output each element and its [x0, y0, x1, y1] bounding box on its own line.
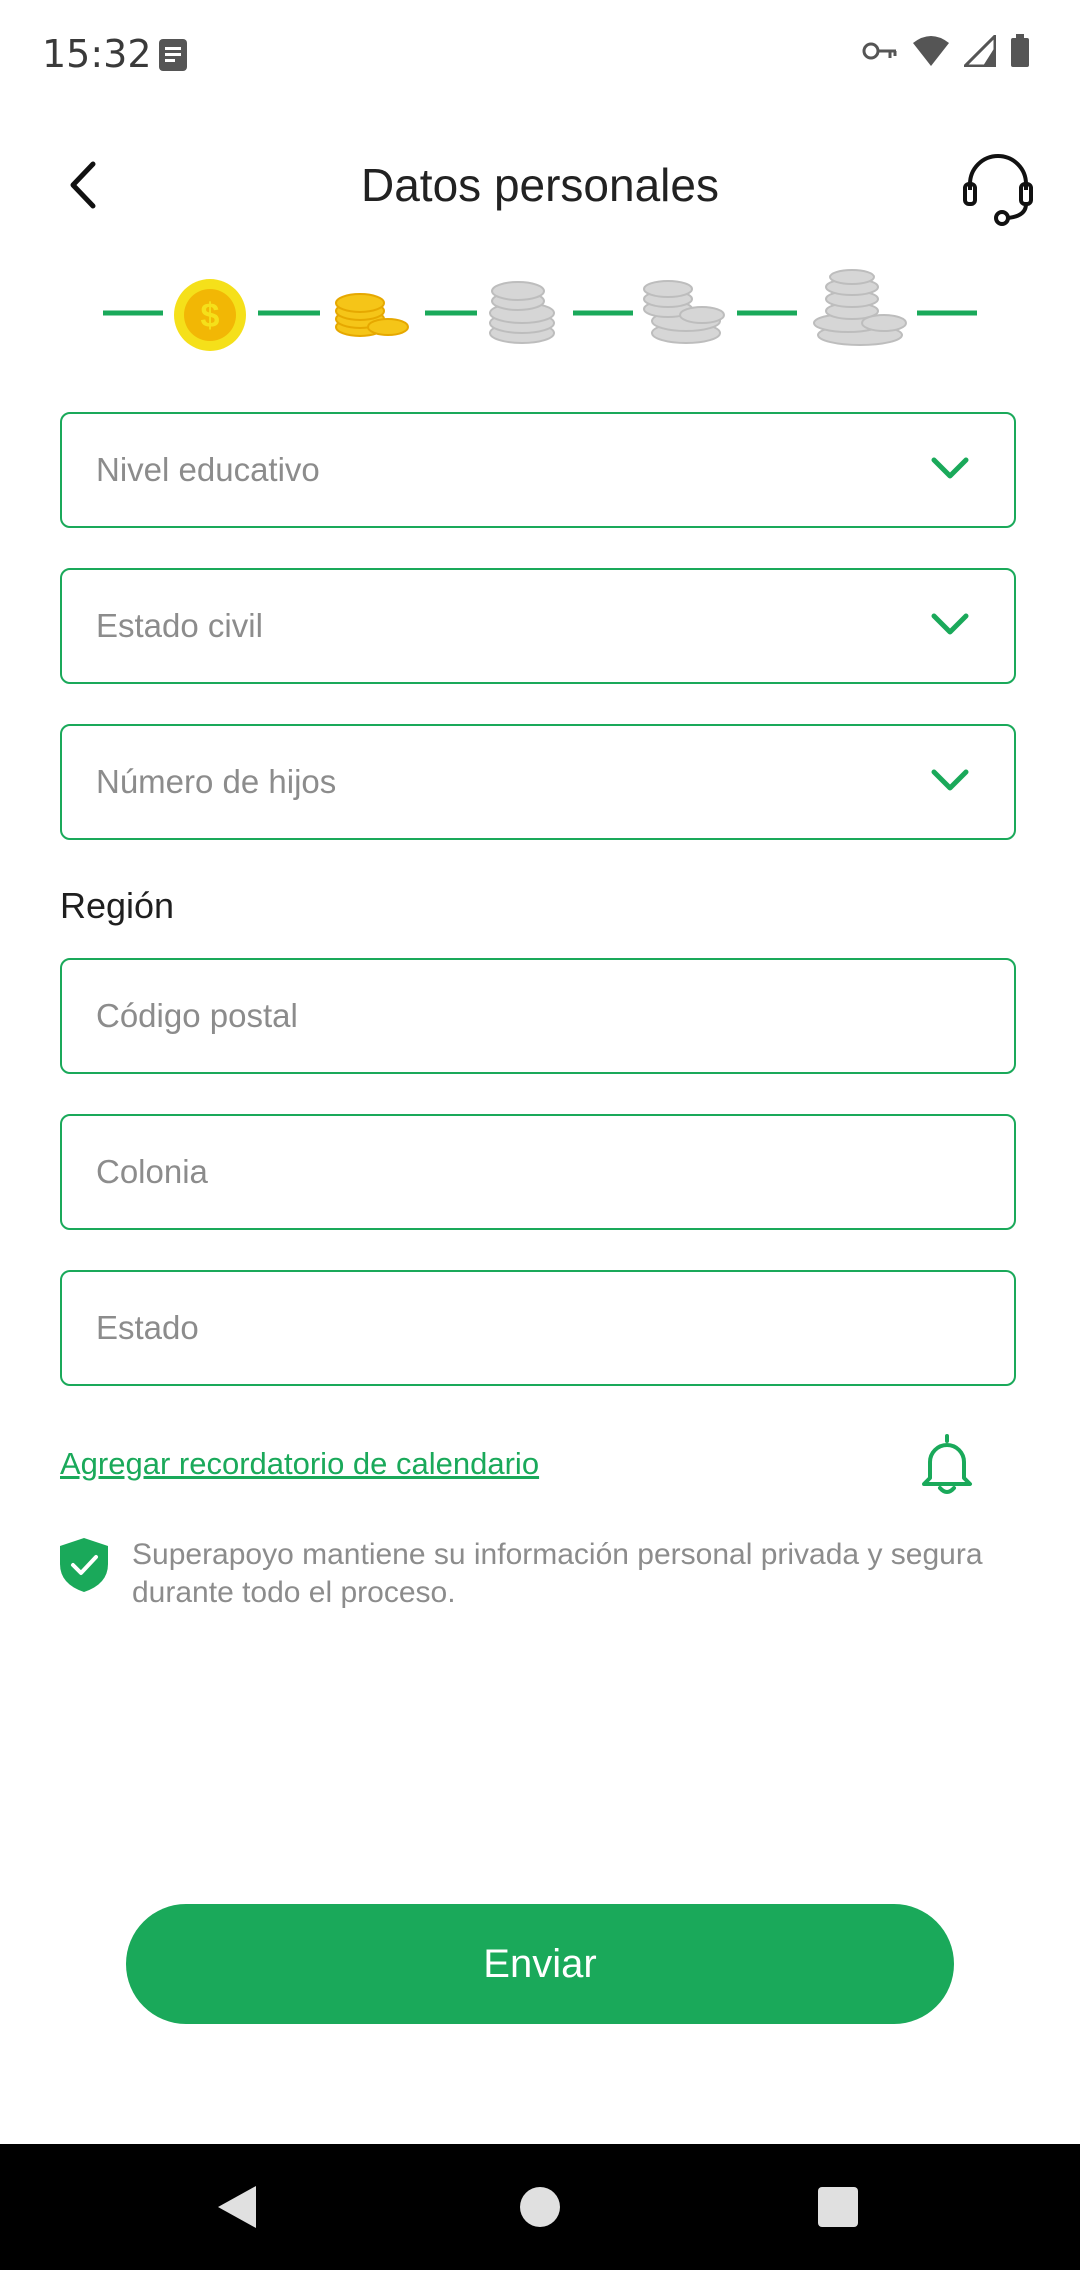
calendar-reminder-link[interactable]: Agregar recordatorio de calendario — [60, 1446, 539, 1482]
chevron-down-icon — [931, 769, 969, 791]
codigo-postal-input[interactable] — [96, 960, 976, 1072]
signal-icon — [964, 35, 996, 67]
numero-hijos-select[interactable]: Número de hijos — [60, 724, 1016, 840]
nav-back-icon[interactable] — [216, 2184, 258, 2230]
status-icons — [862, 34, 1030, 68]
system-nav-bar — [0, 2144, 1080, 2270]
status-time: 15:32 — [42, 32, 152, 76]
step-5-coins-icon — [813, 269, 907, 346]
status-bar: 15:32 — [0, 0, 1080, 110]
estado-field[interactable] — [60, 1270, 1016, 1386]
privacy-note: Superapoyo mantiene su información perso… — [132, 1538, 983, 1609]
step-4-coins-icon — [643, 280, 725, 344]
codigo-postal-field[interactable] — [60, 958, 1016, 1074]
numero-hijos-placeholder: Número de hijos — [96, 763, 337, 800]
submit-button[interactable]: Enviar — [126, 1904, 954, 2024]
nav-recents-icon[interactable] — [818, 2187, 858, 2227]
battery-icon — [1011, 34, 1029, 67]
step-3-coins-icon — [489, 281, 555, 344]
svg-text:$: $ — [201, 297, 220, 335]
step-2-coins-icon — [335, 293, 409, 337]
wifi-icon — [913, 36, 949, 66]
shield-check-icon — [60, 1538, 108, 1592]
page-title: Datos personales — [361, 159, 719, 211]
region-label: Región — [60, 885, 175, 926]
colonia-field[interactable] — [60, 1114, 1016, 1230]
step-1-coin-icon: $ — [174, 279, 246, 351]
chevron-down-icon — [931, 457, 969, 479]
colonia-input[interactable] — [96, 1116, 976, 1228]
header: Datos personales — [0, 130, 1080, 240]
chevron-down-icon — [931, 613, 969, 635]
vpn-key-icon — [862, 42, 897, 60]
progress-stepper: $ — [103, 269, 977, 351]
nivel-educativo-select[interactable]: Nivel educativo — [60, 412, 1016, 528]
nivel-educativo-placeholder: Nivel educativo — [96, 451, 320, 488]
estado-civil-select[interactable]: Estado civil — [60, 568, 1016, 684]
estado-input[interactable] — [96, 1272, 976, 1384]
notification-icon — [159, 39, 187, 71]
headset-icon[interactable] — [960, 150, 1036, 226]
estado-civil-placeholder: Estado civil — [96, 607, 263, 644]
nav-home-icon[interactable] — [520, 2187, 560, 2227]
bell-icon[interactable] — [918, 1432, 976, 1498]
